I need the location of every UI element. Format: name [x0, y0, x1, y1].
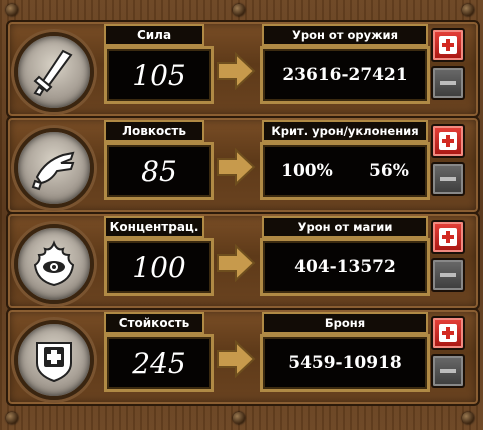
stat-value: 85	[104, 142, 214, 200]
decrease-agility-button[interactable]	[431, 162, 465, 196]
result-label: Урон от оружия	[262, 24, 428, 46]
rivet	[233, 4, 245, 16]
result-value: 404-13572	[260, 238, 430, 296]
crit-damage-value: 100%	[281, 161, 333, 181]
decrease-concentration-button[interactable]	[431, 258, 465, 292]
stat-label: Сила	[104, 24, 204, 46]
shield-icon	[14, 320, 94, 400]
result-label: Броня	[262, 312, 428, 334]
fire-eye-icon	[14, 224, 94, 304]
stat-label: Ловкость	[104, 120, 204, 142]
dodge-value: 56%	[369, 161, 409, 181]
increase-endurance-button[interactable]	[431, 316, 465, 350]
minus-icon	[440, 273, 456, 277]
plus-icon	[439, 132, 457, 150]
stat-row-endurance: Стойкость 245 Броня 5459-10918	[6, 308, 480, 406]
stat-label: Стойкость	[104, 312, 204, 334]
result-value: 100% 56%	[260, 142, 430, 200]
stat-value: 100	[104, 238, 214, 296]
minus-icon	[440, 81, 456, 85]
increase-strength-button[interactable]	[431, 28, 465, 62]
stat-row-concentration: Концентрац. 100 Урон от магии 404-13572	[6, 212, 480, 310]
arrow-right-icon	[217, 148, 256, 186]
stat-row-agility: Ловкость 85 Крит. урон/уклонения 100% 56…	[6, 116, 480, 214]
result-value: 5459-10918	[260, 334, 430, 392]
arrow-right-icon	[217, 340, 256, 378]
result-value: 23616-27421	[260, 46, 430, 104]
dodge-hand-icon	[14, 128, 94, 208]
stat-label: Концентрац.	[104, 216, 204, 238]
sword-icon	[14, 32, 94, 112]
arrow-right-icon	[217, 244, 256, 282]
result-label: Урон от магии	[262, 216, 428, 238]
result-label: Крит. урон/уклонения	[262, 120, 428, 142]
plus-icon	[439, 324, 457, 342]
arrow-right-icon	[217, 52, 256, 90]
rivet	[462, 4, 474, 16]
minus-icon	[440, 369, 456, 373]
stat-row-strength: Сила 105 Урон от оружия 23616-27421	[6, 20, 480, 118]
rivet	[233, 412, 245, 424]
plus-icon	[439, 36, 457, 54]
rivet	[6, 4, 18, 16]
decrease-strength-button[interactable]	[431, 66, 465, 100]
stat-value: 105	[104, 46, 214, 104]
rivet	[462, 412, 474, 424]
increase-concentration-button[interactable]	[431, 220, 465, 254]
plus-icon	[439, 228, 457, 246]
decrease-endurance-button[interactable]	[431, 354, 465, 388]
rivet	[6, 412, 18, 424]
stat-value: 245	[104, 334, 214, 392]
minus-icon	[440, 177, 456, 181]
increase-agility-button[interactable]	[431, 124, 465, 158]
